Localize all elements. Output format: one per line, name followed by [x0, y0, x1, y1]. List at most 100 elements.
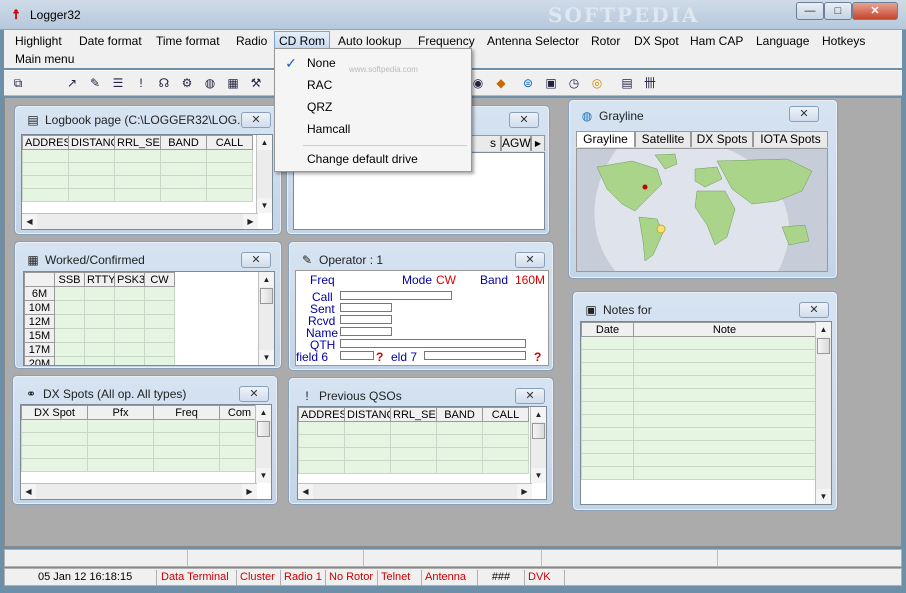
logbook-hscroll[interactable]: ◀ ▶ — [22, 213, 258, 229]
menu-antenna-selector[interactable]: Antenna Selector — [483, 32, 583, 50]
status-telnet[interactable]: Telnet — [378, 570, 422, 585]
cdrom-option-rac[interactable]: RAC — [307, 78, 332, 92]
notes-vscroll[interactable]: ▲ ▼ — [815, 322, 831, 504]
scroll-down-icon[interactable]: ▼ — [257, 198, 272, 213]
tab-agw[interactable]: AGW — [501, 135, 531, 151]
menu-dx-spot[interactable]: DX Spot — [630, 32, 683, 50]
col-band[interactable]: BAND — [436, 407, 483, 422]
scroll-up-icon[interactable]: ▲ — [816, 322, 831, 337]
status-cluster[interactable]: Cluster — [237, 570, 281, 585]
globe-icon[interactable]: ◍ — [202, 75, 218, 91]
rcvd-field[interactable] — [340, 315, 392, 324]
scroll-right-icon[interactable]: ▶ — [243, 214, 258, 229]
scroll-up-icon[interactable]: ▲ — [256, 405, 271, 420]
cd-icon[interactable]: ◎ — [589, 75, 605, 91]
menu-language[interactable]: Language — [752, 32, 813, 50]
cdrom-option-none[interactable]: None — [307, 56, 336, 70]
col-pfx[interactable]: Pfx — [87, 405, 154, 420]
tabbed-close-button[interactable]: ✕ — [509, 112, 539, 128]
scroll-left-icon[interactable]: ◀ — [298, 484, 313, 499]
search-callsign-icon[interactable]: ↗ — [64, 75, 80, 91]
scroll-left-icon[interactable]: ◀ — [22, 214, 37, 229]
dxspots-hscroll[interactable]: ◀ ▶ — [21, 483, 257, 499]
col-call[interactable]: CALL — [206, 135, 253, 150]
scroll-down-icon[interactable]: ▼ — [259, 350, 274, 365]
notes-grid[interactable]: Date Note ▲ ▼ — [580, 321, 832, 505]
col-address[interactable]: ADDRESS — [298, 407, 345, 422]
previous-hscroll[interactable]: ◀ ▶ — [298, 483, 532, 499]
field6-input[interactable] — [340, 351, 374, 360]
col-note[interactable]: Note — [633, 322, 816, 337]
menu-radio[interactable]: Radio — [232, 32, 271, 50]
col-ssb[interactable]: SSB — [54, 272, 85, 287]
tools-icon[interactable]: ⚒ — [248, 75, 264, 91]
world-map[interactable] — [576, 148, 828, 272]
col-com[interactable]: Com — [219, 405, 260, 420]
field6-lookup-icon[interactable]: ? — [376, 350, 383, 364]
grid-icon[interactable]: ▦ — [225, 75, 241, 91]
maximize-button[interactable]: □ — [824, 2, 852, 20]
previous-close-button[interactable]: ✕ — [515, 388, 545, 404]
menu-highlight[interactable]: Highlight — [11, 32, 66, 50]
col-band[interactable]: BAND — [160, 135, 207, 150]
dxspots-grid[interactable]: DX Spot Pfx Freq Com ▲ ▼ ◀ ▶ — [20, 404, 272, 500]
scroll-up-icon[interactable]: ▲ — [531, 407, 546, 422]
notes-close-button[interactable]: ✕ — [799, 302, 829, 318]
antenna-icon[interactable]: ☊ — [156, 75, 172, 91]
worked-grid[interactable]: SSB RTTY PSK31 CW 6M 10M 12M 15M 17M 20M… — [23, 271, 275, 366]
dxspots-close-button[interactable]: ✕ — [239, 386, 269, 402]
col-freq[interactable]: Freq — [153, 405, 220, 420]
col-address[interactable]: ADDRESS — [22, 135, 69, 150]
name-field[interactable] — [340, 327, 392, 336]
col-distance[interactable]: DISTANCE — [344, 407, 391, 422]
window-icon[interactable]: ▣ — [543, 75, 559, 91]
close-button[interactable]: ✕ — [852, 2, 898, 20]
menu-hotkeys[interactable]: Hotkeys — [818, 32, 869, 50]
scroll-up-icon[interactable]: ▲ — [257, 135, 272, 150]
previous-vscroll[interactable]: ▲ ▼ — [530, 407, 546, 483]
status-antenna[interactable]: Antenna — [422, 570, 478, 585]
col-date[interactable]: Date — [581, 322, 634, 337]
globe-small-icon[interactable]: ◉ — [470, 75, 486, 91]
field7-lookup-icon[interactable]: ? — [534, 350, 541, 364]
tab-iota-spots[interactable]: IOTA Spots — [753, 131, 828, 147]
calculator-icon[interactable]: ▤ — [619, 75, 635, 91]
tree-icon[interactable]: 卌 — [642, 75, 658, 91]
menu-ham-cap[interactable]: Ham CAP — [686, 32, 747, 50]
tab-dx-spots[interactable]: DX Spots — [691, 131, 753, 147]
scroll-thumb[interactable] — [817, 338, 830, 354]
dxspots-vscroll[interactable]: ▲ ▼ — [255, 405, 271, 483]
scroll-right-icon[interactable]: ▶ — [517, 484, 532, 499]
status-rotor[interactable]: No Rotor — [326, 570, 378, 585]
col-psk31[interactable]: PSK31 — [114, 272, 145, 287]
scroll-thumb[interactable] — [257, 421, 270, 437]
list-icon[interactable]: ☰ — [110, 75, 126, 91]
scroll-down-icon[interactable]: ▼ — [256, 468, 271, 483]
menu-time-format[interactable]: Time format — [152, 32, 224, 50]
status-radio[interactable]: Radio 1 — [281, 570, 326, 585]
edit-icon[interactable]: ✎ — [87, 75, 103, 91]
minimize-button[interactable]: — — [796, 2, 824, 20]
scroll-down-icon[interactable]: ▼ — [531, 468, 546, 483]
network-icon[interactable]: ◆ — [493, 75, 509, 91]
cdrom-option-qrz[interactable]: QRZ — [307, 100, 332, 114]
sent-field[interactable] — [340, 303, 392, 312]
col-call[interactable]: CALL — [482, 407, 529, 422]
sync-icon[interactable]: ⊜ — [520, 75, 536, 91]
col-rrl-sec[interactable]: RRL_SEC — [390, 407, 437, 422]
change-default-drive[interactable]: Change default drive — [307, 152, 418, 166]
col-rtty[interactable]: RTTY — [84, 272, 115, 287]
previous-grid[interactable]: ADDRESS DISTANCE RRL_SEC BAND CALL ▲ ▼ ◀… — [297, 406, 547, 500]
scroll-thumb[interactable] — [260, 288, 273, 304]
logbook-vscroll[interactable]: ▲ ▼ — [256, 135, 272, 213]
menu-date-format[interactable]: Date format — [75, 32, 146, 50]
logbook-grid[interactable]: ADDRESS DISTANCE RRL_SEC BAND CALL ▲ ▼ ◀… — [21, 134, 273, 230]
col-cw[interactable]: CW — [144, 272, 175, 287]
col-rrl-sec[interactable]: RRL_SEC — [114, 135, 161, 150]
scroll-thumb[interactable] — [532, 423, 545, 439]
worked-vscroll[interactable]: ▲ ▼ — [258, 272, 274, 365]
clock-icon[interactable]: ◷ — [566, 75, 582, 91]
tab-grayline[interactable]: Grayline — [576, 131, 635, 147]
status-data-terminal[interactable]: Data Terminal — [158, 570, 237, 585]
scroll-down-icon[interactable]: ▼ — [816, 489, 831, 504]
